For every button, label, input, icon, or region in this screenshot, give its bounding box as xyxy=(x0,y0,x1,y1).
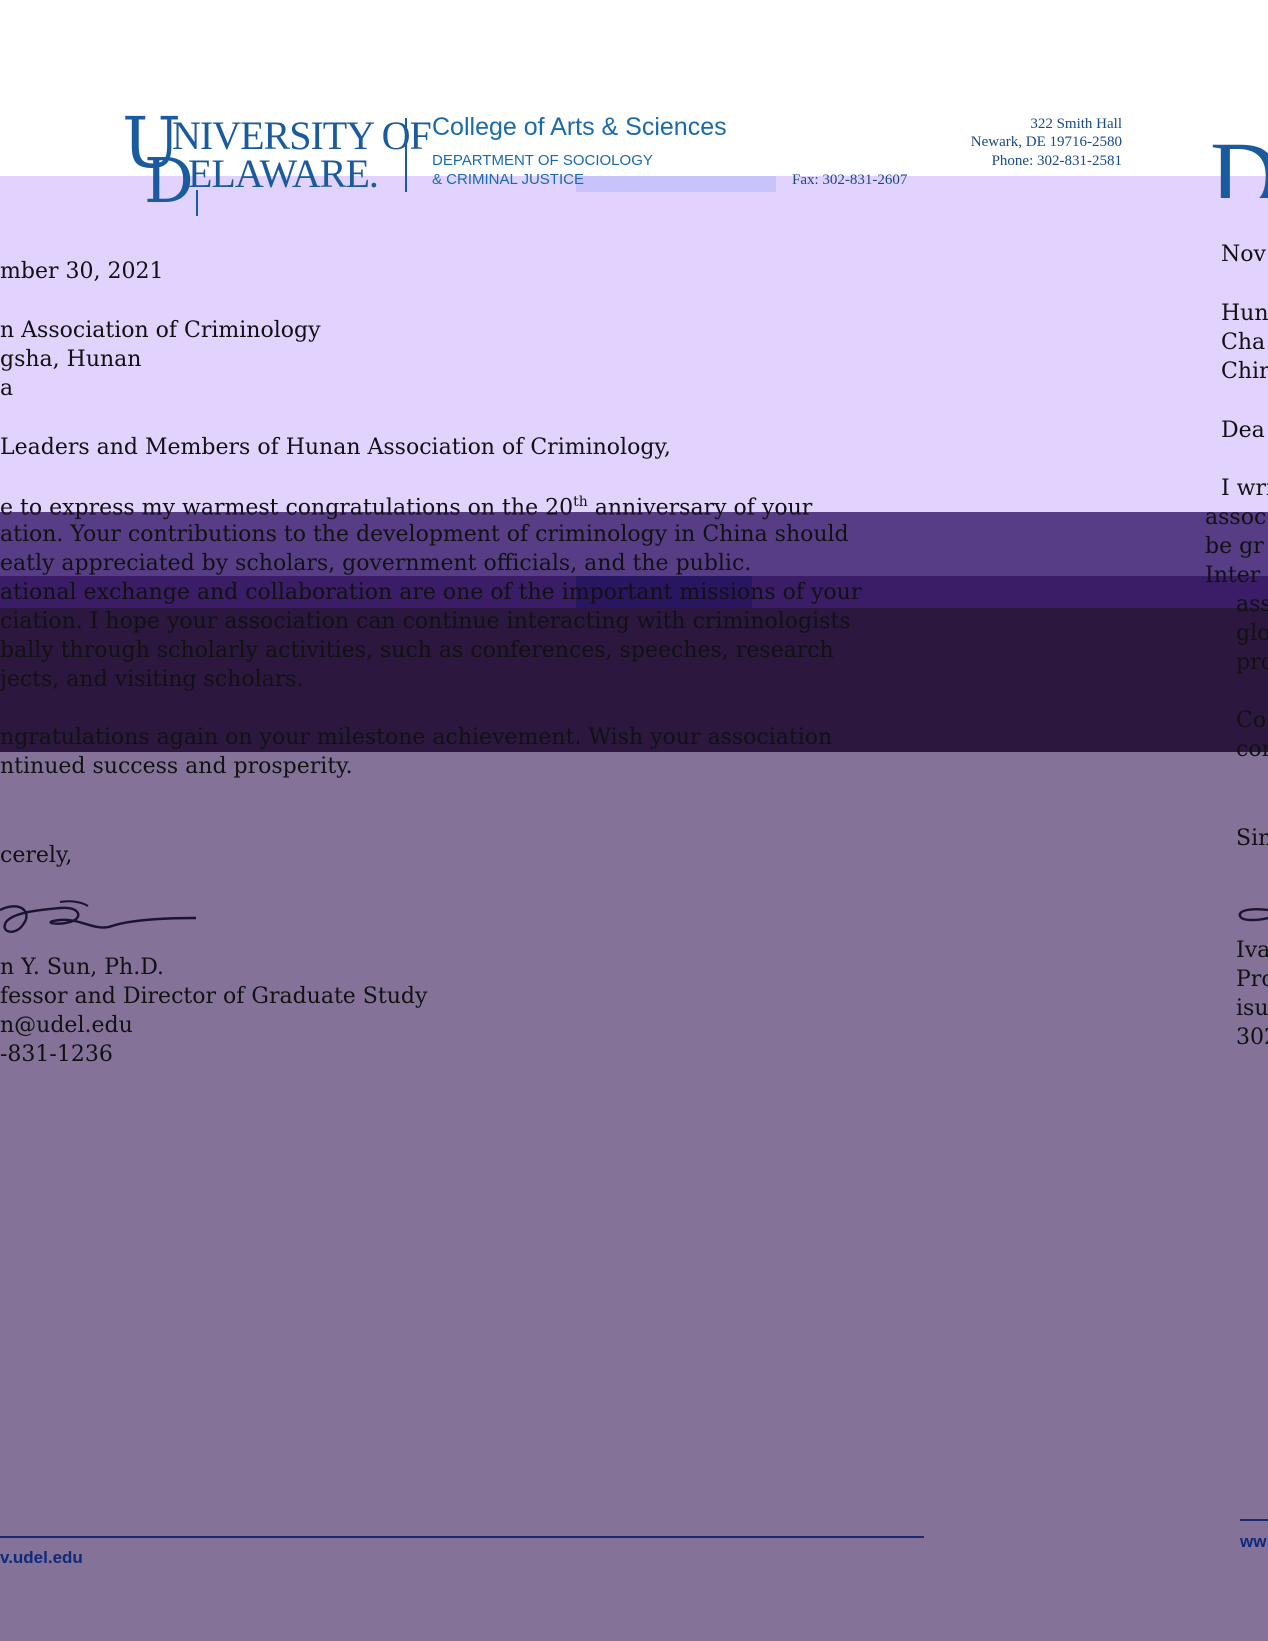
overlay-strip xyxy=(576,176,776,192)
handwritten-signature xyxy=(0,900,197,933)
right-para-2: assoc xyxy=(1205,505,1267,530)
logo-stem xyxy=(196,190,198,216)
paragraph-1-line-7: jects, and visiting scholars. xyxy=(0,667,304,692)
right-para-1: I wri xyxy=(1221,476,1268,501)
right-para-9: cor xyxy=(1236,737,1268,762)
signatory-title: fessor and Director of Graduate Study xyxy=(0,984,428,1009)
address-line-1: 322 Smith Hall xyxy=(1030,116,1122,132)
paragraph-1-line-2: ation. Your contributions to the develop… xyxy=(0,522,849,547)
paragraph-1-line-6: bally through scholarly activities, such… xyxy=(0,638,834,663)
paragraph-2-line-1: ngratulations again on your milestone ac… xyxy=(0,725,833,750)
footer-rule xyxy=(0,1536,924,1538)
signatory-email: n@udel.edu xyxy=(0,1013,133,1038)
right-closing: Sin xyxy=(1236,826,1268,851)
university-logo: U D NIVERSITY OF ELAWARE. xyxy=(122,108,432,212)
address-line-2: Newark, DE 19716-2580 xyxy=(970,134,1122,150)
overlay-band-lavender xyxy=(0,176,1268,512)
right-email: isu xyxy=(1236,996,1268,1021)
recipient-line-2: gsha, Hunan xyxy=(0,347,142,372)
paragraph-1-line-3: eatly appreciated by scholars, governmen… xyxy=(0,551,752,576)
salutation: Leaders and Members of Hunan Association… xyxy=(0,435,671,460)
right-para-5: asso xyxy=(1236,592,1268,617)
department-line-1: DEPARTMENT OF SOCIOLOGY xyxy=(432,152,653,169)
right-signature-fragment xyxy=(1238,908,1268,922)
right-para-4: Inter xyxy=(1205,563,1261,588)
footer-website-link[interactable]: v.udel.edu xyxy=(0,1548,83,1568)
footer-rule-right xyxy=(1240,1519,1268,1521)
signatory-name: n Y. Sun, Ph.D. xyxy=(0,955,165,980)
signatory-phone: -831-1236 xyxy=(0,1042,113,1067)
letter-date: mber 30, 2021 xyxy=(0,259,164,284)
closing: cerely, xyxy=(0,843,73,868)
right-recipient-1: Hun xyxy=(1221,301,1268,326)
right-phone: 302 xyxy=(1236,1025,1268,1050)
fax-number: Fax: 302-831-2607 xyxy=(792,172,908,188)
right-para-7: pro xyxy=(1236,650,1268,675)
letterhead-divider xyxy=(405,118,407,192)
footer-website-fragment: ww xyxy=(1240,1532,1267,1551)
logo-fragment-d: D xyxy=(1210,128,1268,198)
recipient-line-3: a xyxy=(0,376,14,401)
right-name: Iva xyxy=(1236,938,1268,963)
right-para-6: glo xyxy=(1236,621,1268,646)
right-date-fragment: Nov xyxy=(1221,242,1266,267)
phone-number: Phone: 302-831-2581 xyxy=(991,153,1122,169)
logo-letter-d: D xyxy=(144,144,194,217)
right-recipient-2: Cha xyxy=(1221,330,1266,355)
overlay-band-muted xyxy=(0,752,1268,1641)
right-salutation: Dea xyxy=(1221,418,1265,443)
recipient-line-1: n Association of Criminology xyxy=(0,318,321,343)
right-recipient-3: Chir xyxy=(1221,359,1268,384)
right-para-8: Co xyxy=(1236,708,1267,733)
right-title: Pro xyxy=(1236,967,1268,992)
department-line-2: & CRIMINAL JUSTICE xyxy=(432,171,584,188)
paragraph-1-line-4: ational exchange and collaboration are o… xyxy=(0,580,862,605)
paragraph-1-line-1: e to express my warmest congratulations … xyxy=(0,494,813,521)
paragraph-1-line-5: ciation. I hope your association can con… xyxy=(0,609,851,634)
logo-line-delaware: ELAWARE. xyxy=(188,151,379,196)
college-name: College of Arts & Sciences xyxy=(432,113,727,141)
paragraph-2-line-2: ntinued success and prosperity. xyxy=(0,754,353,779)
right-para-3: be gr xyxy=(1205,534,1264,559)
